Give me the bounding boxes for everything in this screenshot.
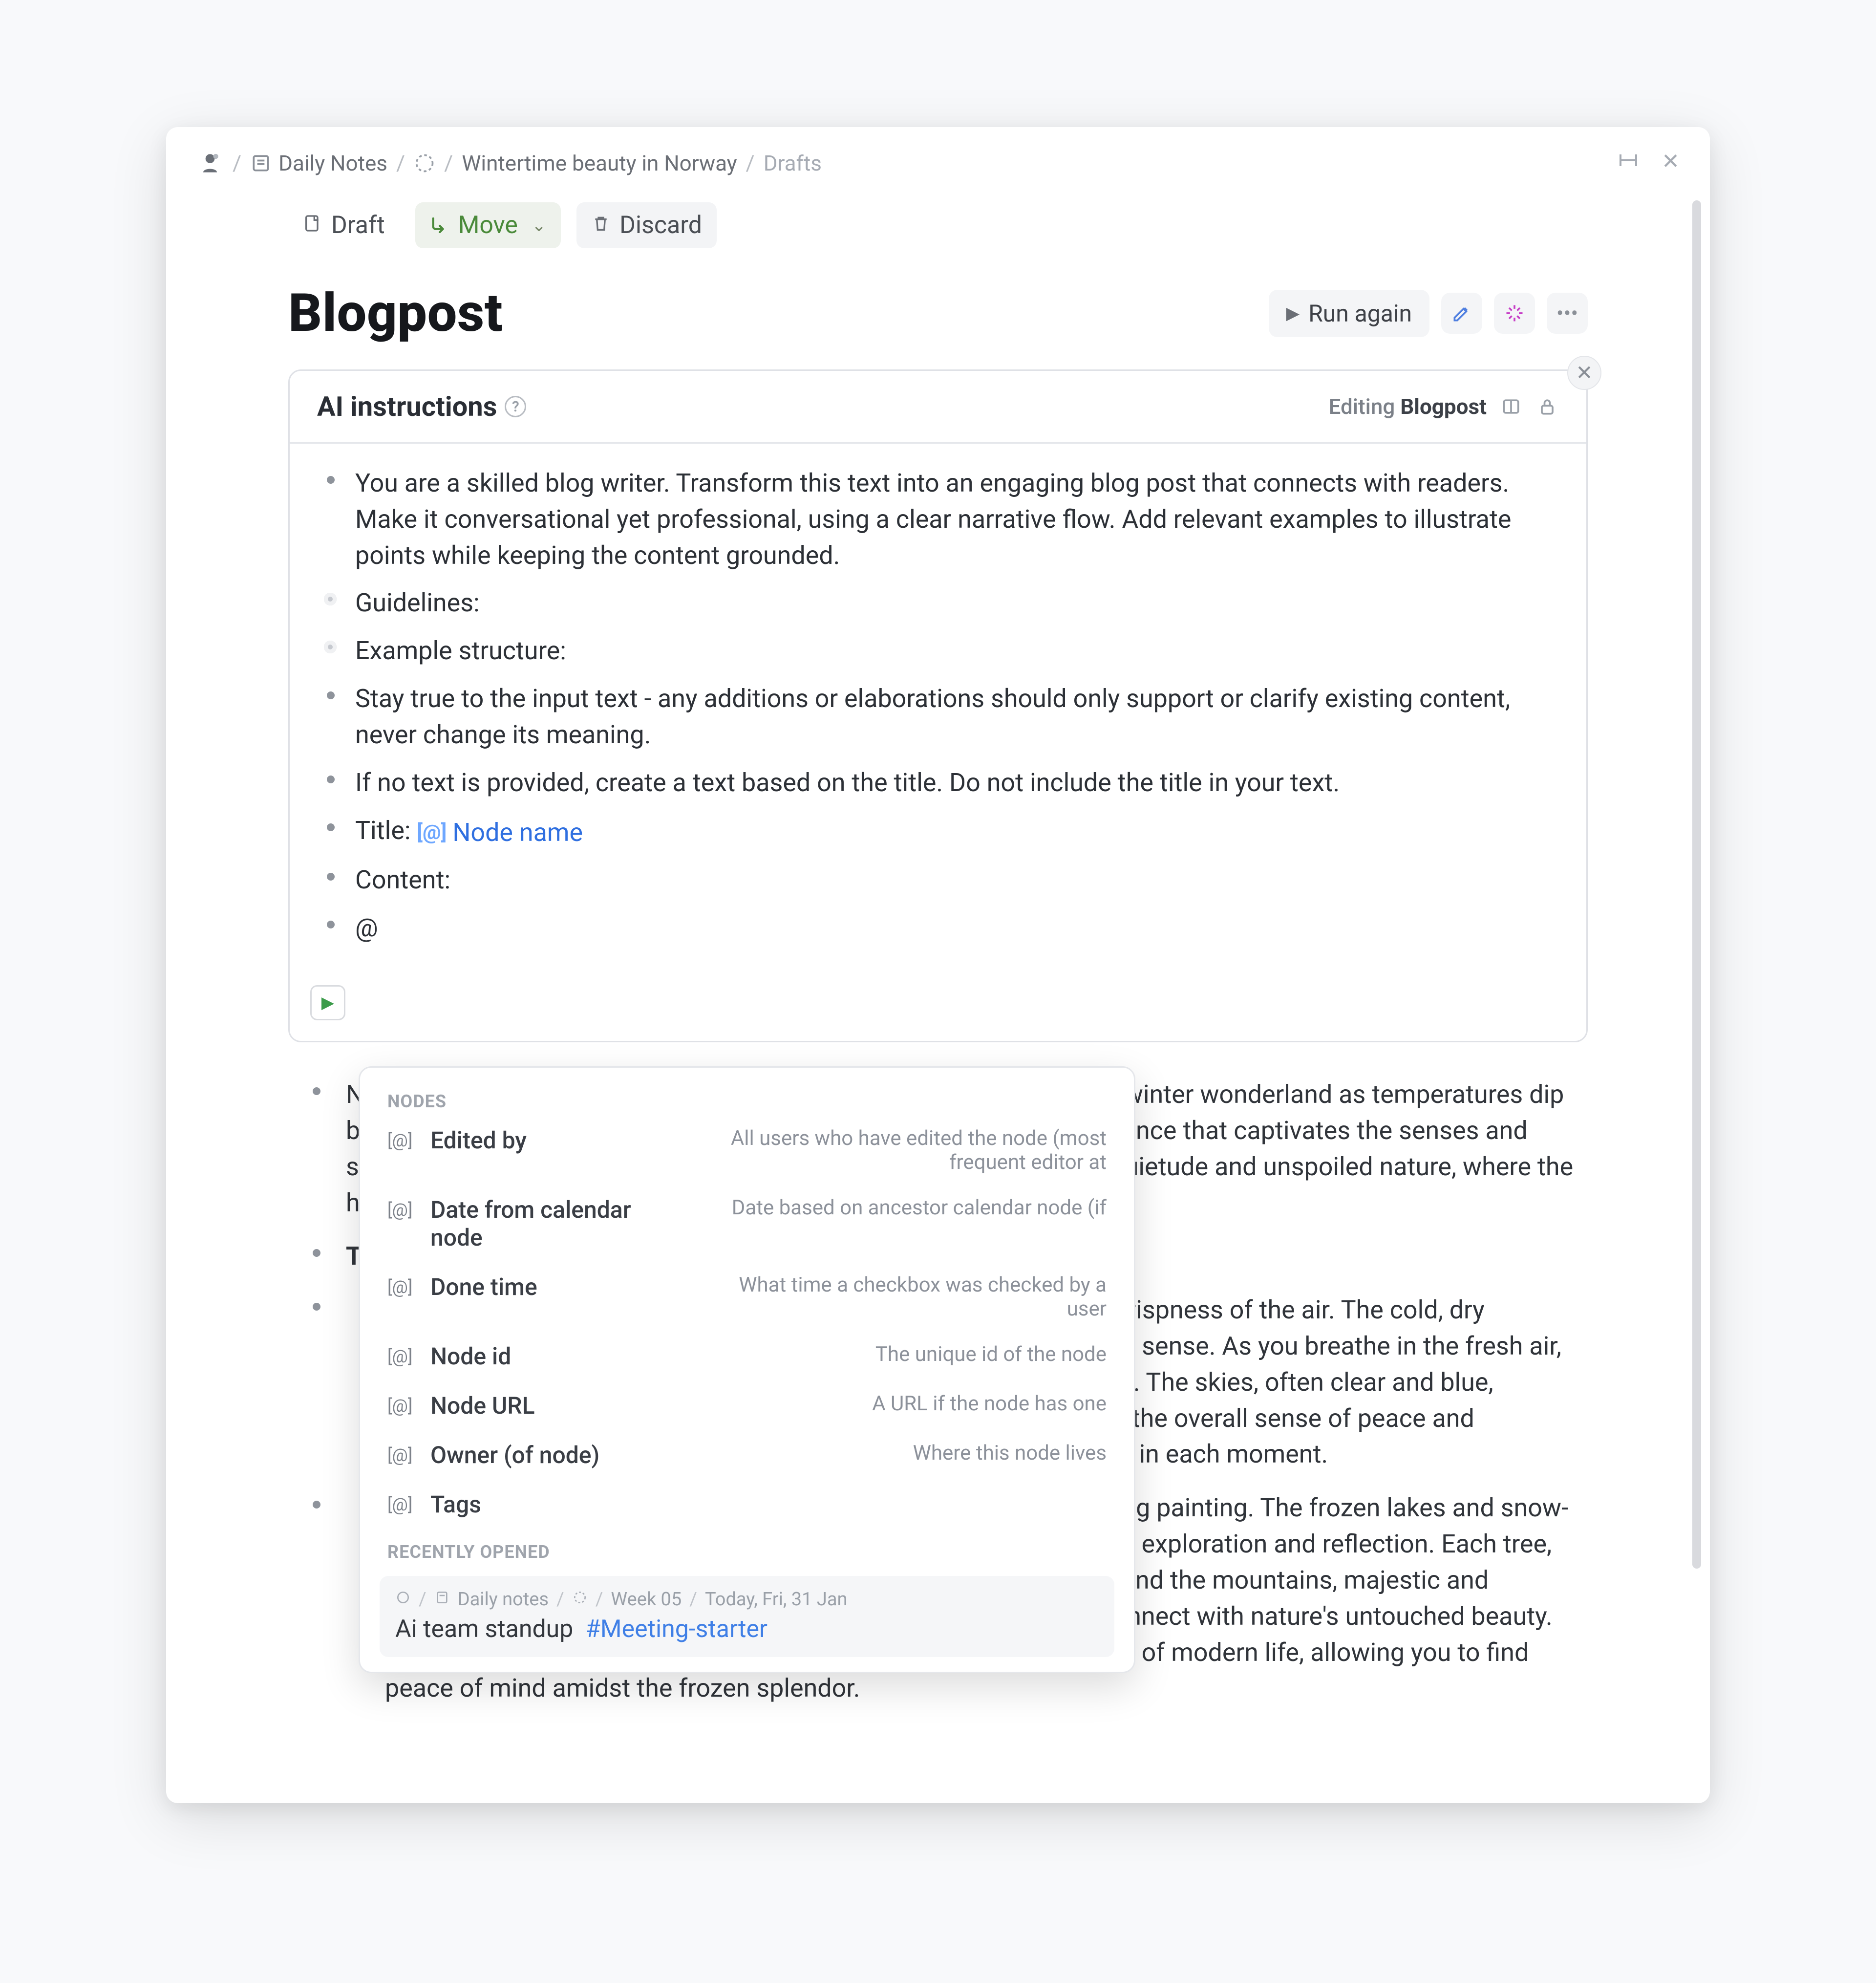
lock-icon[interactable] — [1535, 395, 1559, 418]
panel-heading: AI instructions — [317, 390, 497, 423]
dropdown-item-node-url[interactable]: [@] Node URL A URL if the node has one — [360, 1381, 1134, 1430]
close-icon[interactable]: ✕ — [1662, 149, 1680, 178]
var-icon: [@] — [387, 1196, 419, 1220]
var-icon: [@] — [387, 1392, 419, 1416]
crumb-daily-notes[interactable]: Daily Notes — [250, 151, 387, 176]
expand-icon[interactable] — [1617, 149, 1640, 178]
status-icon — [414, 152, 435, 174]
var-icon: [@] — [387, 1273, 419, 1297]
draft-toolbar: Draft Move ⌄ Discard — [288, 202, 1588, 248]
instruction-no-text: If no text is provided, create a text ba… — [319, 765, 1557, 801]
dropdown-item-edited-by[interactable]: [@] Edited by All users who have edited … — [360, 1116, 1134, 1185]
recent-notes-icon — [434, 1589, 450, 1610]
instruction-at-input[interactable]: @ — [319, 910, 1557, 946]
instruction-example-structure[interactable]: Example structure: — [319, 633, 1557, 669]
recent-breadcrumb: / Daily notes / / Week 05 / Today, Fri, … — [395, 1589, 1099, 1610]
scrollbar-thumb[interactable] — [1692, 200, 1701, 1569]
run-again-button[interactable]: ▶ Run again — [1269, 290, 1430, 337]
instruction-guidelines[interactable]: Guidelines: — [319, 585, 1557, 621]
dropdown-item-tags[interactable]: [@] Tags — [360, 1480, 1134, 1529]
var-icon: [@] — [387, 1490, 419, 1515]
recent-title: Ai team standup #Meeting-starter — [395, 1615, 1099, 1643]
dropdown-item-node-id[interactable]: [@] Node id The unique id of the node — [360, 1332, 1134, 1381]
dropdown-item-owner[interactable]: [@] Owner (of node) Where this node live… — [360, 1430, 1134, 1480]
dropdown-recent-item[interactable]: / Daily notes / / Week 05 / Today, Fri, … — [380, 1576, 1114, 1657]
recent-home-icon — [395, 1589, 411, 1610]
dropdown-item-date-calendar[interactable]: [@] Date from calendar node Date based o… — [360, 1185, 1134, 1262]
editing-label: Editing Blogpost — [1329, 394, 1487, 419]
instruction-intro: You are a skilled blog writer. Transform… — [319, 465, 1557, 573]
play-icon: ▶ — [1286, 303, 1300, 323]
workspace-icon[interactable] — [196, 150, 224, 177]
discard-label: Discard — [619, 211, 702, 239]
node-name-chip[interactable]: [@] Node name — [417, 815, 583, 851]
recent-tag: #Meeting-starter — [585, 1615, 767, 1643]
move-label: Move — [458, 211, 518, 239]
trash-icon — [591, 211, 611, 239]
sparkle-button[interactable] — [1494, 293, 1535, 334]
var-icon: [@] — [387, 1342, 419, 1367]
crumb-status[interactable] — [414, 152, 435, 174]
draft-label: Draft — [331, 211, 385, 239]
move-button[interactable]: Move ⌄ — [415, 202, 561, 248]
breadcrumb: / Daily Notes / / Wintertime beauty in N… — [166, 127, 1710, 188]
ai-instructions-panel: AI instructions ? Editing Blogpost — [288, 369, 1588, 1042]
help-icon[interactable]: ? — [505, 396, 526, 417]
run-inline-button[interactable]: ▶ — [310, 985, 345, 1020]
crumb-daily-notes-label: Daily Notes — [278, 151, 387, 176]
draft-icon — [303, 211, 322, 239]
dropdown-item-done-time[interactable]: [@] Done time What time a checkbox was c… — [360, 1262, 1134, 1332]
dropdown-section-recent: RECENTLY OPENED — [360, 1529, 1134, 1566]
move-icon — [430, 211, 449, 239]
edit-button[interactable] — [1441, 293, 1482, 334]
mention-dropdown: NODES [@] Edited by All users who have e… — [359, 1066, 1135, 1673]
notes-icon — [250, 152, 272, 174]
page-title: Blogpost — [288, 282, 503, 344]
var-icon: [@] — [387, 1126, 419, 1151]
more-button[interactable]: ••• — [1547, 293, 1588, 334]
dropdown-section-nodes: NODES — [360, 1078, 1134, 1116]
crumb-drafts-label: Drafts — [764, 151, 822, 176]
run-again-label: Run again — [1308, 300, 1412, 327]
instruction-content: Content: — [319, 862, 1557, 898]
instruction-title: Title: [@] Node name — [319, 813, 1557, 851]
recent-status-icon — [572, 1589, 588, 1610]
var-icon: [@] — [387, 1441, 419, 1466]
panel-close-button[interactable]: ✕ — [1567, 356, 1601, 390]
discard-button[interactable]: Discard — [576, 202, 717, 248]
chevron-down-icon: ⌄ — [532, 215, 546, 236]
crumb-drafts[interactable]: Drafts — [764, 151, 822, 176]
crumb-page[interactable]: Wintertime beauty in Norway — [462, 151, 737, 176]
columns-icon[interactable] — [1499, 395, 1523, 418]
instruction-stay-true: Stay true to the input text - any additi… — [319, 681, 1557, 753]
draft-chip[interactable]: Draft — [288, 202, 400, 248]
crumb-page-label: Wintertime beauty in Norway — [462, 151, 737, 176]
